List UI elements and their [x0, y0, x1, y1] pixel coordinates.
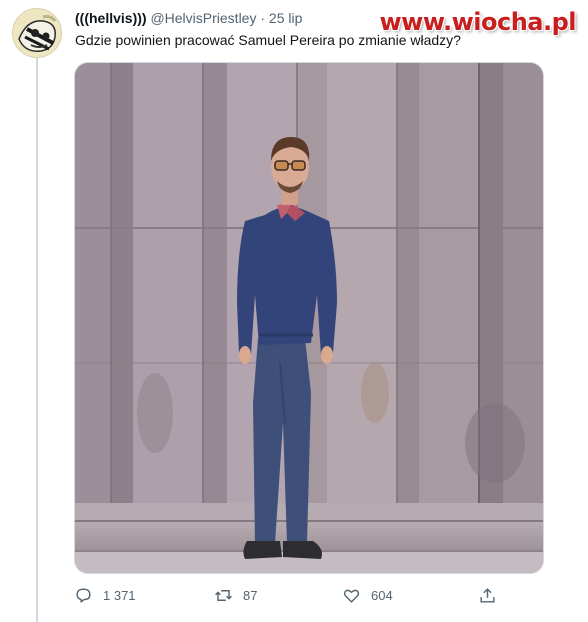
retweet-icon — [215, 589, 232, 601]
photo-man-standing-by-stone-wall — [75, 63, 543, 573]
tweet-actions: 1 371 87 604 — [70, 582, 510, 608]
like-action[interactable]: 604 — [342, 582, 393, 608]
reply-action[interactable]: 1 371 — [74, 582, 136, 608]
tweet-date[interactable]: 25 lip — [269, 10, 302, 26]
retweet-action[interactable]: 87 — [214, 582, 257, 608]
site-watermark: www.wiocha.pl — [379, 8, 576, 36]
share-action[interactable] — [478, 582, 497, 608]
reply-icon — [76, 587, 91, 603]
tweet-header: (((hellvis))) @HelvisPriestley · 25 lip — [75, 9, 302, 27]
heart-icon — [343, 589, 360, 603]
display-name[interactable]: (((hellvis))) — [75, 10, 147, 26]
user-handle[interactable]: @HelvisPriestley — [150, 10, 256, 26]
reply-count: 1 371 — [103, 587, 136, 603]
avatar[interactable] — [12, 8, 62, 58]
thread-line — [36, 58, 38, 622]
separator-dot: · — [260, 10, 266, 26]
retweet-count: 87 — [243, 587, 258, 603]
tweet-photo[interactable] — [74, 62, 544, 574]
like-count: 604 — [371, 587, 393, 603]
share-icon — [480, 587, 495, 603]
skull-avatar-icon — [13, 9, 61, 57]
